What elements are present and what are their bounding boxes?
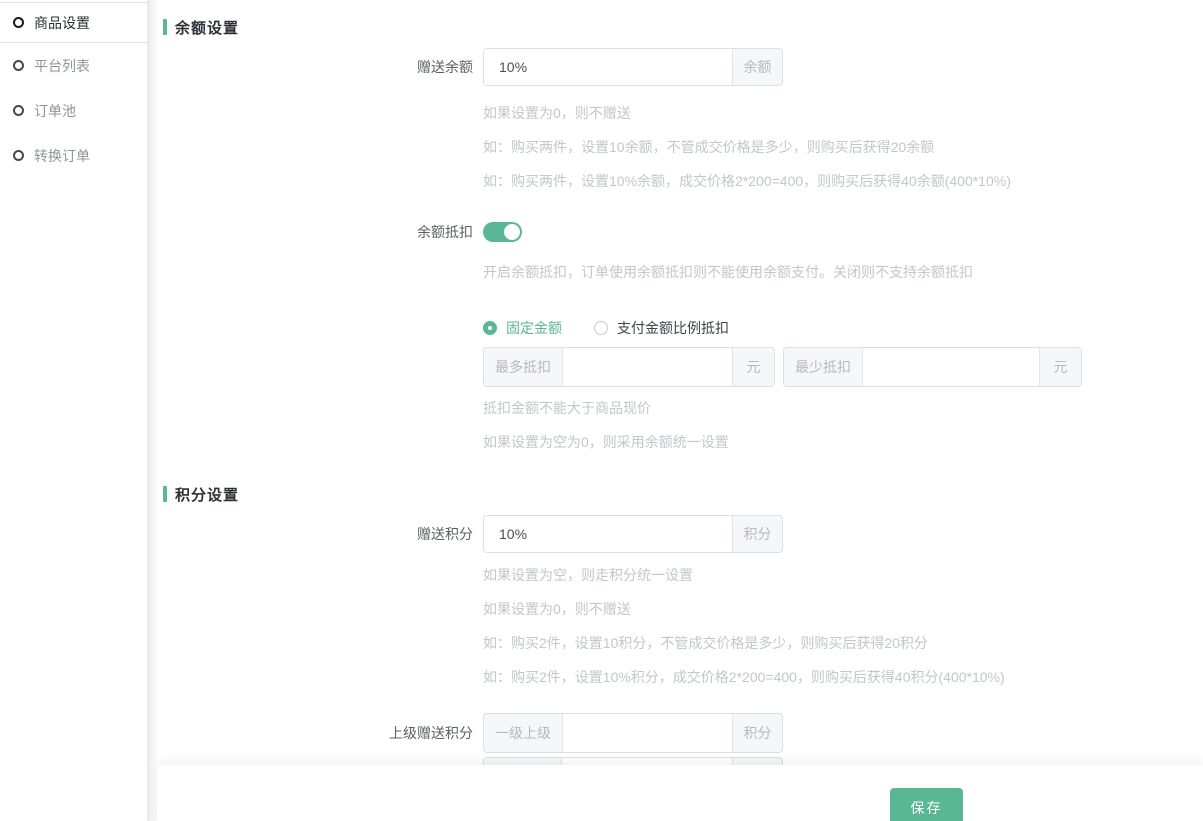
section-accent-bar — [163, 19, 167, 35]
gift-points-hint-4: 如：购买2件，设置10%积分，成交价格2*200=400，则购买后获得40积分(… — [483, 670, 1005, 684]
balance-deduct-label: 余额抵扣 — [157, 213, 473, 251]
gift-balance-unit: 余额 — [732, 49, 782, 85]
gift-points-hint-1: 如果设置为空，则走积分统一设置 — [483, 568, 693, 582]
gift-balance-hint-3: 如：购买两件，设置10%余额，成交价格2*200=400，则购买后获得40余额(… — [483, 174, 1011, 188]
page: 商品设置 平台列表 订单池 转换订单 余额设置 赠送余额 余额 如果设置为0，则… — [0, 0, 1203, 821]
radio-selected-icon — [483, 321, 497, 335]
save-button[interactable]: 保存 — [890, 788, 963, 821]
scrollbar-track[interactable] — [147, 0, 157, 821]
max-deduct-unit: 元 — [732, 348, 774, 386]
radio-ratio-deduct[interactable]: 支付金额比例抵扣 — [594, 318, 729, 338]
max-deduct-input[interactable] — [563, 348, 732, 386]
toggle-knob — [504, 224, 520, 240]
gift-points-unit: 积分 — [732, 516, 782, 552]
gift-balance-input[interactable] — [484, 49, 732, 85]
sidebar-item-label: 商品设置 — [34, 13, 90, 33]
radio-fixed-amount[interactable]: 固定金额 — [483, 318, 562, 338]
radio-unselected-icon — [594, 321, 608, 335]
max-deduct-input-group: 最多抵扣 元 — [483, 347, 775, 387]
section-title: 余额设置 — [175, 17, 239, 38]
gift-points-input[interactable] — [484, 516, 732, 552]
sidebar-item-product-settings[interactable]: 商品设置 — [0, 2, 147, 43]
balance-section-header: 余额设置 — [163, 19, 239, 35]
radio-fixed-amount-label: 固定金额 — [506, 318, 562, 338]
gift-points-hint-2: 如果设置为0，则不赠送 — [483, 602, 631, 616]
sidebar-item-label: 转换订单 — [34, 146, 90, 166]
sidebar: 商品设置 平台列表 订单池 转换订单 — [0, 0, 147, 821]
sidebar-item-platform-list[interactable]: 平台列表 — [0, 43, 147, 88]
radio-circle-icon — [13, 17, 24, 28]
min-deduct-input[interactable] — [863, 348, 1039, 386]
section-accent-bar — [163, 486, 167, 502]
min-deduct-input-group: 最少抵扣 元 — [783, 347, 1082, 387]
deduct-hint-1: 抵扣金额不能大于商品现价 — [483, 401, 651, 415]
radio-circle-icon — [13, 105, 24, 116]
sidebar-item-label: 平台列表 — [34, 56, 90, 76]
parent-gift-points-label: 上级赠送积分 — [157, 713, 473, 753]
points-section-header: 积分设置 — [163, 486, 239, 502]
main-content: 余额设置 赠送余额 余额 如果设置为0，则不赠送 如：购买两件，设置10余额，不… — [157, 0, 1203, 821]
parent-gift-points-input-group: 一级上级 积分 — [483, 713, 783, 753]
radio-circle-icon — [13, 60, 24, 71]
sidebar-item-label: 订单池 — [34, 101, 76, 121]
gift-points-hint-3: 如：购买2件，设置10积分，不管成交价格是多少，则购买后获得20积分 — [483, 636, 928, 650]
section-title: 积分设置 — [175, 484, 239, 505]
max-deduct-prefix: 最多抵扣 — [484, 348, 563, 386]
balance-deduct-hint: 开启余额抵扣，订单使用余额抵扣则不能使用余额支付。关闭则不支持余额抵扣 — [483, 265, 973, 279]
min-deduct-unit: 元 — [1039, 348, 1081, 386]
gift-balance-hint-2: 如：购买两件，设置10余额，不管成交价格是多少，则购买后获得20余额 — [483, 140, 934, 154]
radio-circle-icon — [13, 150, 24, 161]
parent-gift-points-input[interactable] — [563, 714, 732, 752]
balance-deduct-toggle[interactable] — [483, 222, 522, 242]
gift-balance-input-group: 余额 — [483, 48, 783, 86]
parent-gift-points-prefix: 一级上级 — [484, 714, 563, 752]
sidebar-item-convert-order[interactable]: 转换订单 — [0, 133, 147, 178]
deduct-mode-radio-row: 固定金额 支付金额比例抵扣 — [483, 320, 729, 336]
footer-bar: 保存 — [157, 765, 1203, 821]
gift-points-input-group: 积分 — [483, 515, 783, 553]
gift-points-label: 赠送积分 — [157, 515, 473, 553]
sidebar-item-order-pool[interactable]: 订单池 — [0, 88, 147, 133]
min-deduct-prefix: 最少抵扣 — [784, 348, 863, 386]
gift-balance-label: 赠送余额 — [157, 48, 473, 86]
gift-balance-hint-1: 如果设置为0，则不赠送 — [483, 106, 631, 120]
parent-gift-points-unit: 积分 — [732, 714, 782, 752]
radio-ratio-deduct-label: 支付金额比例抵扣 — [617, 318, 729, 338]
deduct-hint-2: 如果设置为空为0，则采用余额统一设置 — [483, 435, 729, 449]
